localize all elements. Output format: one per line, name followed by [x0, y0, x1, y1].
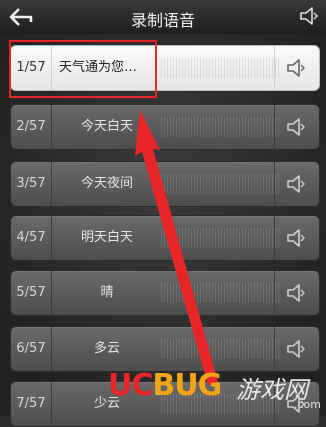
annotation-arrow — [135, 110, 218, 385]
watermark-bug: BUG — [152, 368, 222, 403]
watermark-com: .com — [294, 398, 321, 411]
watermark-logo: UCBUG 游戏网 .com — [108, 366, 324, 414]
watermark-uc: UC — [108, 368, 153, 403]
